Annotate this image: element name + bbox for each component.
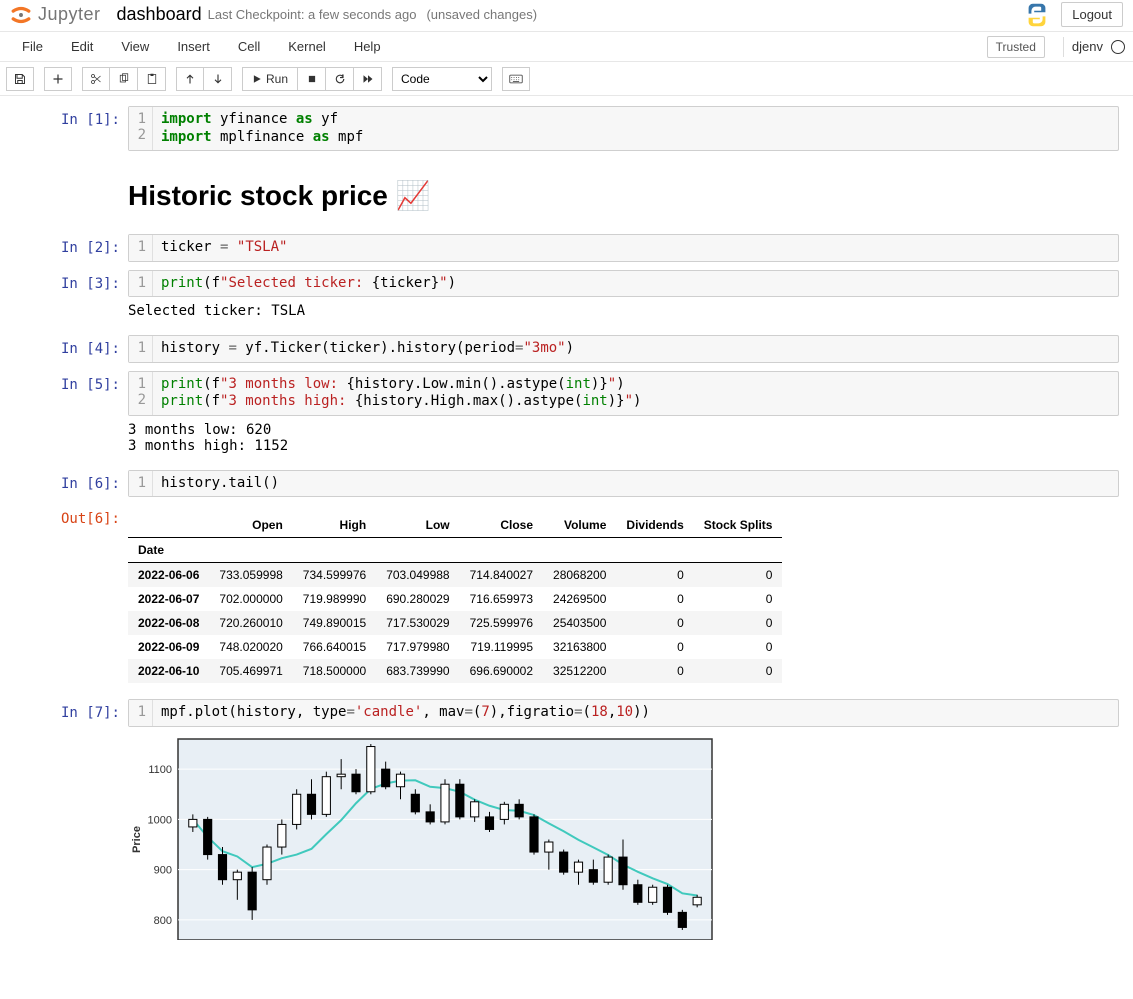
arrow-up-icon — [184, 73, 196, 85]
logout-button[interactable]: Logout — [1061, 2, 1123, 27]
line-gutter: 1 — [129, 235, 153, 261]
menu-view[interactable]: View — [107, 33, 163, 60]
move-down-button[interactable] — [204, 67, 232, 91]
output-text: Selected ticker: TSLA — [128, 297, 1119, 327]
input-prompt: In [1]: — [0, 106, 128, 151]
unsaved-text: (unsaved changes) — [426, 7, 537, 22]
code-cell[interactable]: In [1]: 12 import yfinance as yf import … — [0, 104, 1133, 153]
code-input[interactable]: 1 history = yf.Ticker(ticker).history(pe… — [128, 335, 1119, 363]
dataframe-table: OpenHighLowCloseVolumeDividendsStock Spl… — [128, 513, 782, 683]
svg-text:Price: Price — [131, 826, 143, 853]
line-gutter: 1 — [129, 471, 153, 497]
cut-button[interactable] — [82, 67, 110, 91]
add-cell-button[interactable] — [44, 67, 72, 91]
input-prompt — [0, 159, 128, 226]
code-content[interactable]: print(f"3 months low: {history.Low.min()… — [153, 372, 649, 415]
copy-icon — [118, 73, 130, 85]
run-button[interactable]: Run — [242, 67, 298, 91]
code-input[interactable]: 12 print(f"3 months low: {history.Low.mi… — [128, 371, 1119, 416]
scissors-icon — [90, 73, 102, 85]
svg-text:1100: 1100 — [148, 764, 172, 776]
code-content[interactable]: print(f"Selected ticker: {ticker}") — [153, 271, 464, 297]
input-prompt: In [2]: — [0, 234, 128, 262]
code-cell[interactable]: In [4]: 1 history = yf.Ticker(ticker).hi… — [0, 333, 1133, 365]
restart-icon — [334, 73, 346, 85]
paste-icon — [146, 73, 158, 85]
copy-button[interactable] — [110, 67, 138, 91]
save-icon — [14, 73, 26, 85]
input-prompt: In [6]: — [0, 470, 128, 498]
output-text: 3 months low: 620 3 months high: 1152 — [128, 416, 1119, 462]
menu-edit[interactable]: Edit — [57, 33, 107, 60]
input-prompt: In [5]: — [0, 371, 128, 462]
kernel-busy-icon — [1111, 40, 1125, 54]
restart-run-all-button[interactable] — [354, 67, 382, 91]
move-up-button[interactable] — [176, 67, 204, 91]
code-cell[interactable]: In [6]: 1 history.tail() — [0, 468, 1133, 500]
stop-icon — [307, 74, 317, 84]
svg-text:1000: 1000 — [148, 814, 172, 826]
menu-insert[interactable]: Insert — [163, 33, 224, 60]
menu-cell[interactable]: Cell — [224, 33, 274, 60]
input-prompt: In [4]: — [0, 335, 128, 363]
code-content[interactable]: mpf.plot(history, type='candle', mav=(7)… — [153, 700, 658, 726]
code-input[interactable]: 1 print(f"Selected ticker: {ticker}") — [128, 270, 1119, 298]
code-input[interactable]: 1 history.tail() — [128, 470, 1119, 498]
code-cell[interactable]: In [2]: 1 ticker = "TSLA" — [0, 232, 1133, 264]
menu-kernel[interactable]: Kernel — [274, 33, 340, 60]
line-gutter: 12 — [129, 372, 153, 415]
jupyter-logo[interactable]: Jupyter — [8, 2, 101, 28]
line-gutter: 1 — [129, 700, 153, 726]
code-content[interactable]: ticker = "TSLA" — [153, 235, 295, 261]
app-header: Jupyter dashboard Last Checkpoint: a few… — [0, 0, 1133, 32]
line-gutter: 1 — [129, 271, 153, 297]
menu-file[interactable]: File — [8, 33, 57, 60]
restart-button[interactable] — [326, 67, 354, 91]
command-palette-button[interactable] — [502, 67, 530, 91]
line-gutter: 1 — [129, 336, 153, 362]
run-label: Run — [266, 72, 288, 86]
trusted-indicator[interactable]: Trusted — [987, 36, 1045, 58]
brand-text: Jupyter — [38, 4, 101, 25]
play-icon — [252, 74, 262, 84]
kernel-name[interactable]: djenv — [1072, 39, 1103, 54]
notebook-container: In [1]: 12 import yfinance as yf import … — [0, 96, 1133, 966]
code-content[interactable]: import yfinance as yf import mplfinance … — [153, 107, 371, 150]
candlestick-chart: 800 900 1000 1100 Price — [128, 735, 718, 940]
keyboard-icon — [509, 74, 523, 84]
section-heading: Historic stock price 📈 — [128, 159, 1119, 226]
svg-text:900: 900 — [154, 864, 172, 876]
svg-text:800: 800 — [154, 914, 172, 926]
checkpoint-text: Last Checkpoint: a few seconds ago — [208, 7, 417, 22]
input-prompt: In [7]: — [0, 699, 128, 940]
line-gutter: 12 — [129, 107, 153, 150]
code-content[interactable]: history.tail() — [153, 471, 287, 497]
save-button[interactable] — [6, 67, 34, 91]
arrow-down-icon — [212, 73, 224, 85]
toolbar: Run Code — [0, 62, 1133, 96]
output-prompt: Out[6]: — [0, 505, 128, 691]
menubar: FileEditViewInsertCellKernelHelp Trusted… — [0, 32, 1133, 62]
code-cell[interactable]: In [7]: 1 mpf.plot(history, type='candle… — [0, 697, 1133, 942]
menu-help[interactable]: Help — [340, 33, 395, 60]
interrupt-button[interactable] — [298, 67, 326, 91]
output-cell: Out[6]: OpenHighLowCloseVolumeDividendsS… — [0, 503, 1133, 693]
code-cell[interactable]: In [3]: 1 print(f"Selected ticker: {tick… — [0, 268, 1133, 330]
code-input[interactable]: 1 ticker = "TSLA" — [128, 234, 1119, 262]
python-icon — [1023, 1, 1051, 29]
fast-forward-icon — [362, 73, 374, 85]
jupyter-icon — [8, 2, 34, 28]
celltype-select[interactable]: Code — [392, 67, 492, 91]
notebook-title[interactable]: dashboard — [117, 4, 202, 25]
code-content[interactable]: history = yf.Ticker(ticker).history(peri… — [153, 336, 582, 362]
code-cell[interactable]: In [5]: 12 print(f"3 months low: {histor… — [0, 369, 1133, 464]
code-input[interactable]: 12 import yfinance as yf import mplfinan… — [128, 106, 1119, 151]
chart-output: 800 900 1000 1100 Price — [128, 727, 1119, 940]
code-input[interactable]: 1 mpf.plot(history, type='candle', mav=(… — [128, 699, 1119, 727]
input-prompt: In [3]: — [0, 270, 128, 328]
plus-icon — [52, 73, 64, 85]
markdown-cell[interactable]: Historic stock price 📈 — [0, 157, 1133, 228]
paste-button[interactable] — [138, 67, 166, 91]
